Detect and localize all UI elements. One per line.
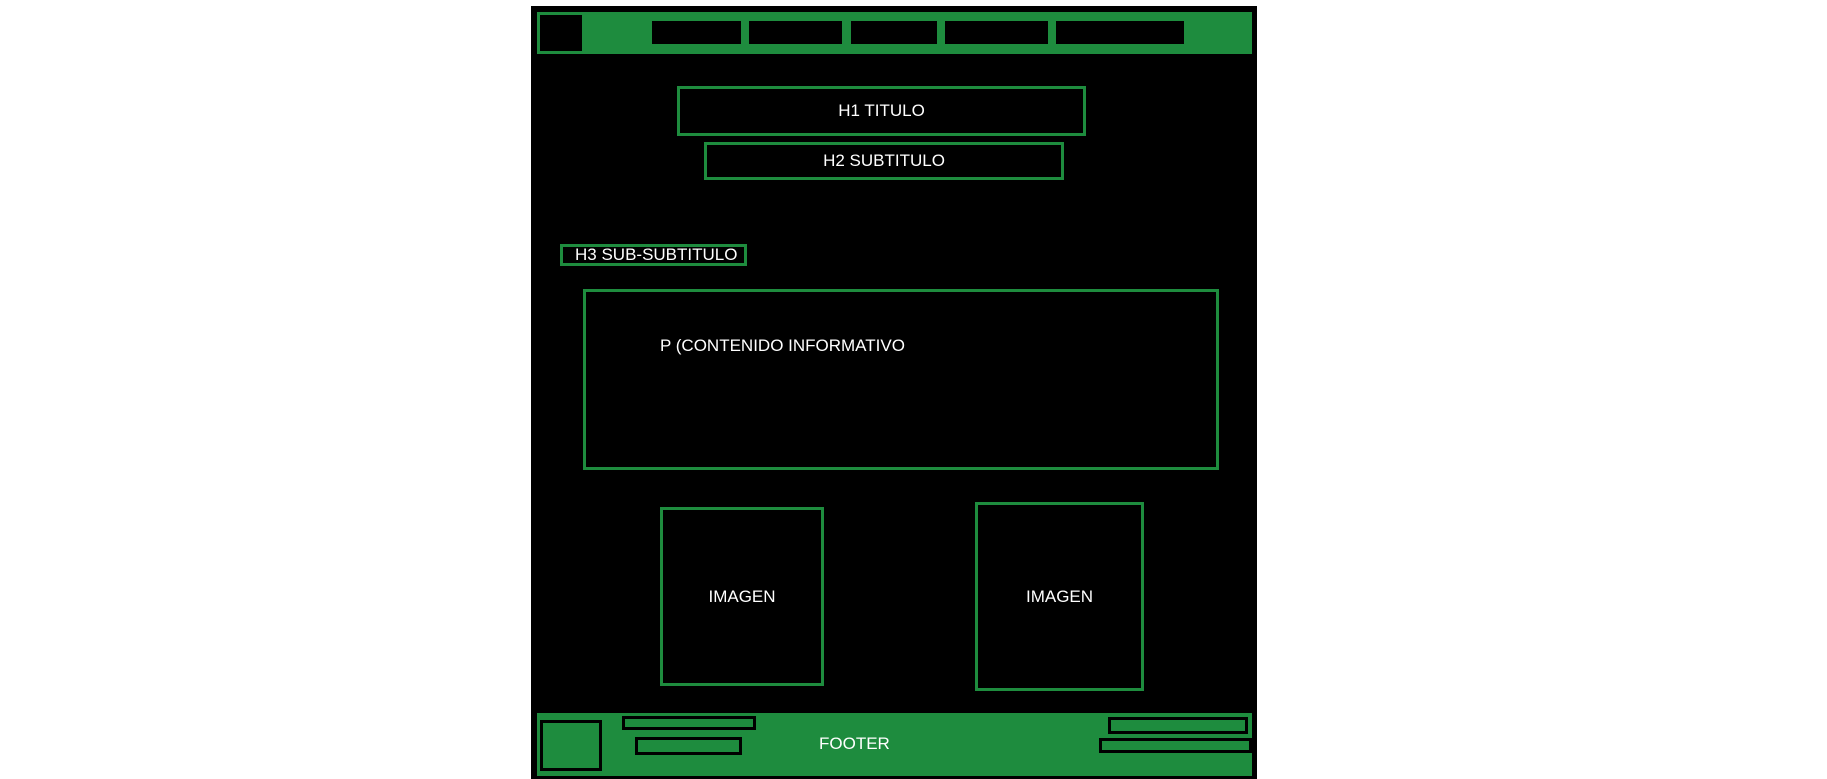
nav-item-placeholder-1 xyxy=(650,19,743,46)
footer-link-placeholder-4 xyxy=(1099,738,1252,753)
h1-title-box: H1 TITULO xyxy=(677,86,1086,136)
nav-item-placeholder-4 xyxy=(943,19,1050,46)
h2-subtitle-label: H2 SUBTITULO xyxy=(823,151,945,170)
image-label-1: IMAGEN xyxy=(708,586,776,606)
footer-bar: FOOTER xyxy=(537,713,1252,776)
image-placeholder-1: IMAGEN xyxy=(660,507,824,686)
h1-title-label: H1 TITULO xyxy=(838,101,925,120)
paragraph-label: P (CONTENIDO INFORMATIVO xyxy=(660,336,905,355)
footer-link-placeholder-1 xyxy=(622,716,756,730)
image-placeholder-2: IMAGEN xyxy=(975,502,1144,691)
image-label-2: IMAGEN xyxy=(1025,586,1094,606)
h2-subtitle-box: H2 SUBTITULO xyxy=(704,142,1064,180)
footer-link-placeholder-2 xyxy=(635,737,742,755)
paragraph-box: P (CONTENIDO INFORMATIVO xyxy=(583,289,1219,470)
wireframe-page: H1 TITULO H2 SUBTITULO H3 SUB-SUBTITULO … xyxy=(531,6,1257,779)
footer-link-placeholder-3 xyxy=(1108,717,1248,734)
footer-logo-placeholder xyxy=(540,720,602,771)
nav-item-placeholder-5 xyxy=(1054,19,1186,46)
nav-item-placeholder-3 xyxy=(849,19,939,46)
h3-subsubtitle-box: H3 SUB-SUBTITULO xyxy=(560,244,747,266)
header-logo-placeholder xyxy=(539,14,583,52)
h3-subsubtitle-label: H3 SUB-SUBTITULO xyxy=(575,245,738,264)
header-bar xyxy=(537,12,1252,54)
footer-label: FOOTER xyxy=(819,734,890,753)
nav-item-placeholder-2 xyxy=(747,19,844,46)
